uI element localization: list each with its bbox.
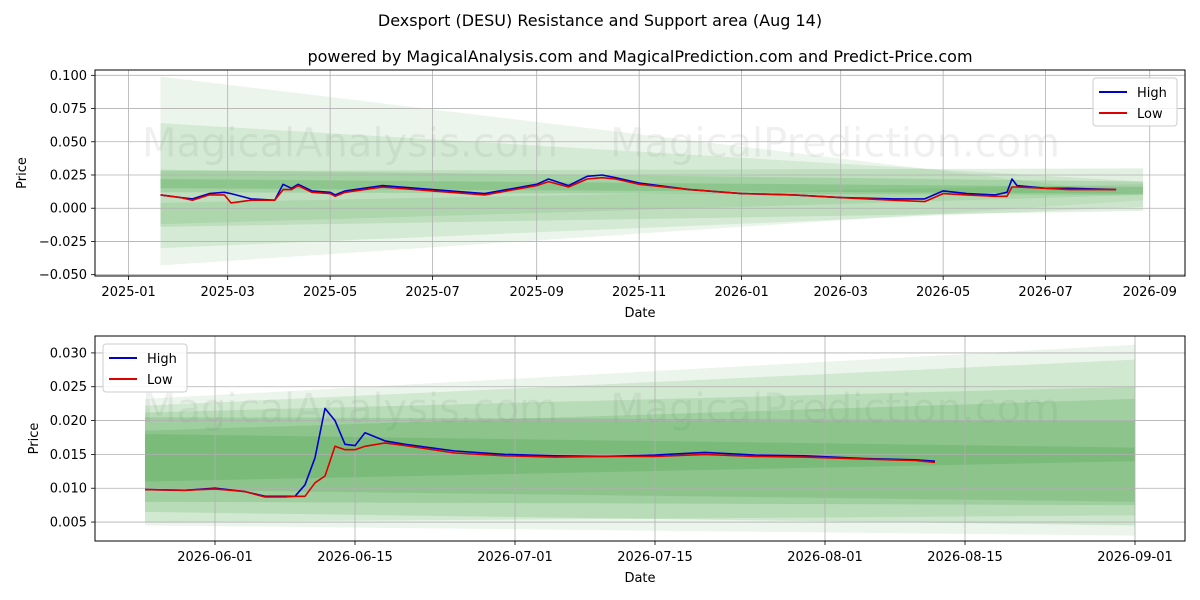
x-tick-label: 2025-05 xyxy=(303,285,357,300)
x-tick-label: 2026-05 xyxy=(916,285,970,300)
x-tick-label: 2026-07 xyxy=(1018,285,1072,300)
y-tick-label: 0.015 xyxy=(50,448,87,463)
chart-subtitle: powered by MagicalAnalysis.com and Magic… xyxy=(307,47,972,66)
x-tick-label: 2026-08-15 xyxy=(927,550,1003,565)
chart-title: Dexsport (DESU) Resistance and Support a… xyxy=(378,11,822,30)
top-chart-panel: MagicalAnalysis.com MagicalPrediction.com… xyxy=(15,69,1186,321)
y-tick-label: −0.050 xyxy=(39,268,87,283)
x-tick-label: 2026-07-15 xyxy=(617,550,693,565)
y-tick-label: 0.100 xyxy=(50,69,87,84)
x-tick-label: 2025-07 xyxy=(405,285,459,300)
y-tick-label: 0.075 xyxy=(50,102,87,117)
legend-label-high: High xyxy=(147,352,177,367)
x-tick-label: 2026-03 xyxy=(814,285,868,300)
legend: High Low xyxy=(1092,77,1178,127)
x-tick-label: 2025-11 xyxy=(612,285,666,300)
y-tick-label: 0.050 xyxy=(50,135,87,150)
x-tick-label: 2026-01 xyxy=(714,285,768,300)
x-tick-label: 2026-09-01 xyxy=(1097,550,1173,565)
y-tick-label: 0.000 xyxy=(50,202,87,217)
y-tick-label: 0.020 xyxy=(50,414,87,429)
legend: High Low xyxy=(102,343,188,393)
x-tick-label: 2026-08-01 xyxy=(787,550,863,565)
y-tick-label: 0.025 xyxy=(50,380,87,395)
legend-label-low: Low xyxy=(147,373,173,388)
chart-figure: Dexsport (DESU) Resistance and Support a… xyxy=(15,11,1186,586)
y-tick-label: −0.025 xyxy=(39,235,87,250)
x-axis-label: Date xyxy=(624,306,655,321)
x-tick-label: 2025-03 xyxy=(201,285,255,300)
x-tick-label: 2025-09 xyxy=(510,285,564,300)
x-axis-label: Date xyxy=(624,571,655,586)
y-tick-label: 0.010 xyxy=(50,482,87,497)
y-tick-label: 0.025 xyxy=(50,168,87,183)
y-axis-label: Price xyxy=(15,157,30,189)
x-tick-label: 2026-09 xyxy=(1123,285,1177,300)
y-axis-label: Price xyxy=(27,423,42,455)
legend-label-high: High xyxy=(1137,86,1167,101)
x-tick-label: 2026-06-01 xyxy=(177,550,253,565)
x-tick-label: 2026-06-15 xyxy=(317,550,393,565)
y-tick-label: 0.005 xyxy=(50,516,87,531)
x-tick-label: 2026-07-01 xyxy=(477,550,553,565)
x-tick-label: 2025-01 xyxy=(101,285,155,300)
y-tick-label: 0.030 xyxy=(50,346,87,361)
legend-label-low: Low xyxy=(1137,107,1163,122)
bottom-chart-panel: MagicalAnalysis.com MagicalPrediction.com… xyxy=(27,335,1186,586)
